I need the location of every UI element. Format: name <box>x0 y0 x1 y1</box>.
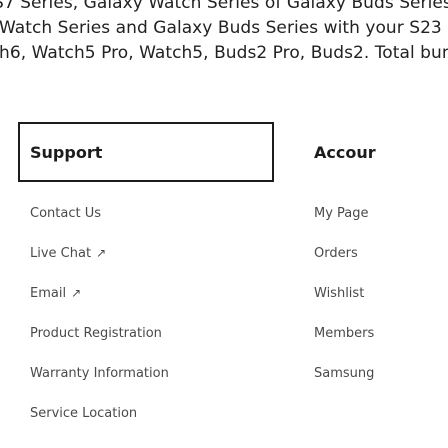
support-link-product-registration[interactable]: Product Registration <box>30 320 169 360</box>
disclaimer-line: Watch Series and Galaxy Buds Series with… <box>0 18 448 38</box>
support-links: Contact Us Live Chat ↗ Email ↗ Product Reg… <box>30 200 169 440</box>
support-menu-header[interactable]: Support <box>18 122 274 182</box>
support-link-warranty-information[interactable]: Warranty Information <box>30 360 169 400</box>
account-menu-header[interactable]: Accour <box>314 122 376 182</box>
support-link-contact-us[interactable]: Contact Us <box>30 200 169 240</box>
account-link-members[interactable]: Members <box>314 320 374 360</box>
promo-disclaimer: S7 Series, Galaxy Watch Series of Galaxy… <box>0 0 448 66</box>
account-links: My Page Orders Wishlist Members Samsung <box>314 200 374 400</box>
disclaimer-line: h6, Watch5 Pro, Watch5, Buds2 Pro, Buds2… <box>0 43 448 63</box>
disclaimer-line: S7 Series, Galaxy Watch Series of Galaxy… <box>0 0 448 13</box>
external-link-icon: ↗ <box>96 246 107 260</box>
account-link-orders[interactable]: Orders <box>314 240 374 280</box>
account-link-wishlist[interactable]: Wishlist <box>314 280 374 320</box>
account-link-samsung[interactable]: Samsung <box>314 360 374 400</box>
support-link-email[interactable]: Email ↗ <box>30 280 169 320</box>
footer-section: S7 Series, Galaxy Watch Series of Galaxy… <box>0 0 448 448</box>
support-link-service-location[interactable]: Service Location <box>30 400 169 440</box>
support-link-live-chat[interactable]: Live Chat ↗ <box>30 240 169 280</box>
support-menu-title: Support <box>30 142 103 162</box>
external-link-icon: ↗ <box>71 286 82 300</box>
account-link-my-page[interactable]: My Page <box>314 200 374 240</box>
account-menu-title: Accour <box>314 142 376 162</box>
